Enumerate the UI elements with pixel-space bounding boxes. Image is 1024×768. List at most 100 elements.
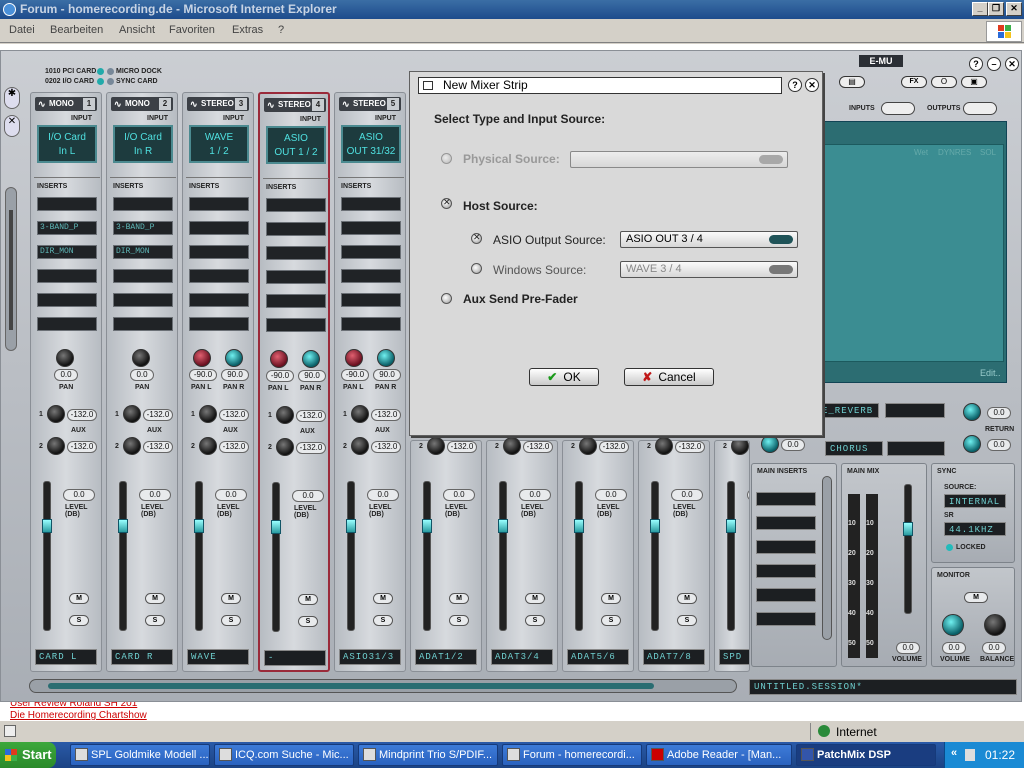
insert-slot[interactable]	[341, 293, 401, 307]
fader-cap[interactable]	[346, 519, 356, 533]
fader-cap[interactable]	[574, 519, 584, 533]
mixer-strip[interactable]: ∿ STEREO 4 INPUT ASIO OUT 1 / 2 INSERTS -90.0 90…	[258, 92, 330, 672]
monitor-balance-knob[interactable]	[984, 614, 1006, 636]
insert-slot[interactable]	[189, 197, 249, 211]
menu-ansicht[interactable]: Ansicht	[119, 24, 155, 36]
level-fader[interactable]	[43, 481, 51, 631]
fader-cap[interactable]	[271, 520, 281, 534]
physical-source-select[interactable]	[570, 151, 788, 168]
level-fader[interactable]	[423, 481, 431, 631]
solo-button[interactable]: S	[525, 615, 545, 626]
mute-button[interactable]: M	[601, 593, 621, 604]
pm-close-button[interactable]: ✕	[1005, 57, 1019, 71]
insert-slot[interactable]	[341, 221, 401, 235]
task-icq-search[interactable]: ICQ.com Suche - Mic...	[214, 744, 354, 766]
mute-button[interactable]: M	[145, 593, 165, 604]
insert-slot[interactable]	[113, 269, 173, 283]
mixer-strip[interactable]: ∿ MONO 2 INPUT I/O Card In R INSERTS 3-BAND_P DI…	[106, 92, 178, 672]
solo-button[interactable]: S	[373, 615, 393, 626]
aux2-knob[interactable]	[47, 437, 65, 455]
level-fader[interactable]	[651, 481, 659, 631]
aux2-knob[interactable]	[123, 437, 141, 455]
solo-button[interactable]: S	[298, 616, 318, 627]
mixer-strip[interactable]: 2 -132.0 0.0 LEVEL (DB) M S ADAT1/2	[410, 437, 482, 672]
return-knob[interactable]	[963, 435, 981, 453]
mute-button[interactable]: M	[449, 593, 469, 604]
menu-datei[interactable]: Datei	[9, 24, 35, 36]
insert-slot[interactable]	[113, 197, 173, 211]
insert-slot[interactable]	[266, 294, 326, 308]
tray-expand-icon[interactable]: «	[951, 747, 957, 759]
fx-empty-slot[interactable]	[887, 441, 945, 456]
mute-button[interactable]: M	[677, 593, 697, 604]
windows-source-select[interactable]: WAVE 3 / 4	[620, 261, 798, 278]
fx-button[interactable]: FX	[901, 76, 927, 88]
fader-cap[interactable]	[422, 519, 432, 533]
asio-output-radio[interactable]	[471, 232, 482, 244]
mixer-button[interactable]: ▣	[961, 76, 987, 88]
aux2-knob[interactable]	[427, 437, 445, 455]
insert-slot[interactable]	[37, 317, 97, 331]
pm-minimize-button[interactable]: –	[987, 57, 1001, 71]
input-source-button[interactable]: I/O Card In R	[113, 125, 173, 163]
solo-button[interactable]: S	[145, 615, 165, 626]
dynres-button[interactable]: DYNRES	[938, 148, 971, 157]
asio-output-select[interactable]: ASIO OUT 3 / 4	[620, 231, 798, 248]
side-close-button[interactable]: ✕	[4, 115, 20, 137]
mixer-strip[interactable]: ∿ MONO 1 INPUT I/O Card In L INSERTS 3-BAND_P DI…	[30, 92, 102, 672]
mixer-strip[interactable]: 2 -132.0 0.0 LEVEL (DB) M S ADAT5/6	[562, 437, 634, 672]
fader-cap[interactable]	[194, 519, 204, 533]
main-insert-slot[interactable]	[756, 612, 816, 626]
main-fader[interactable]	[904, 484, 912, 614]
insert-slot[interactable]	[113, 317, 173, 331]
solo-button[interactable]: S	[69, 615, 89, 626]
task-adobe-reader[interactable]: Adobe Reader - [Man...	[646, 744, 792, 766]
insert-slot[interactable]	[189, 293, 249, 307]
menu-favoriten[interactable]: Favoriten	[169, 24, 215, 36]
main-insert-slot[interactable]	[756, 564, 816, 578]
horizontal-scrollbar[interactable]	[29, 679, 737, 693]
mute-button[interactable]: M	[221, 593, 241, 604]
aux2-knob[interactable]	[731, 441, 749, 455]
aux-send-prefader-radio[interactable]	[441, 293, 452, 304]
aux2-knob[interactable]	[351, 437, 369, 455]
strip-name[interactable]: ADAT5/6	[567, 649, 629, 665]
insert-slot[interactable]	[341, 269, 401, 283]
pan-left-knob[interactable]	[270, 350, 288, 368]
solo-button[interactable]: S	[677, 615, 697, 626]
strip-scrollbar[interactable]	[5, 187, 17, 351]
sol-button[interactable]: SOL	[980, 148, 996, 157]
dialog-help-button[interactable]: ?	[788, 78, 802, 92]
menu-help[interactable]: ?	[278, 24, 284, 36]
save-session-button[interactable]: ▤	[839, 76, 865, 88]
task-forum[interactable]: Forum - homerecordi...	[502, 744, 642, 766]
insert-slot[interactable]	[266, 246, 326, 260]
fader-cap[interactable]	[118, 519, 128, 533]
main-insert-slot[interactable]	[756, 516, 816, 530]
solo-button[interactable]: S	[449, 615, 469, 626]
level-fader[interactable]	[195, 481, 203, 631]
restore-button[interactable]: ❐	[988, 2, 1004, 16]
main-insert-slot[interactable]	[756, 540, 816, 554]
input-source-button[interactable]: I/O Card In L	[37, 125, 97, 163]
monitor-mute-button[interactable]: M	[964, 592, 988, 603]
aux2-knob[interactable]	[655, 437, 673, 455]
menu-bearbeiten[interactable]: Bearbeiten	[50, 24, 103, 36]
level-fader[interactable]	[575, 481, 583, 631]
outputs-toggle[interactable]	[963, 102, 997, 115]
minimize-button[interactable]: _	[972, 2, 988, 16]
insert-slot[interactable]	[189, 269, 249, 283]
aux2-knob[interactable]	[579, 437, 597, 455]
insert-slot[interactable]	[341, 245, 401, 259]
edit-button[interactable]: Edit..	[980, 368, 1001, 378]
pan-left-knob[interactable]	[193, 349, 211, 367]
aux1-knob[interactable]	[47, 405, 65, 423]
aux2-knob[interactable]	[761, 435, 779, 453]
strip-name[interactable]: CARD L	[35, 649, 97, 665]
ok-button[interactable]: ✔ OK	[529, 368, 599, 386]
insert-slot[interactable]	[341, 317, 401, 331]
insert-slot[interactable]: DIR_MON	[37, 245, 97, 259]
input-source-button[interactable]: ASIO OUT 31/32	[341, 125, 401, 163]
mute-button[interactable]: M	[525, 593, 545, 604]
mixer-strip[interactable]: ∿ STEREO 5 INPUT ASIO OUT 31/32 INSERTS -90.0 90…	[334, 92, 406, 672]
